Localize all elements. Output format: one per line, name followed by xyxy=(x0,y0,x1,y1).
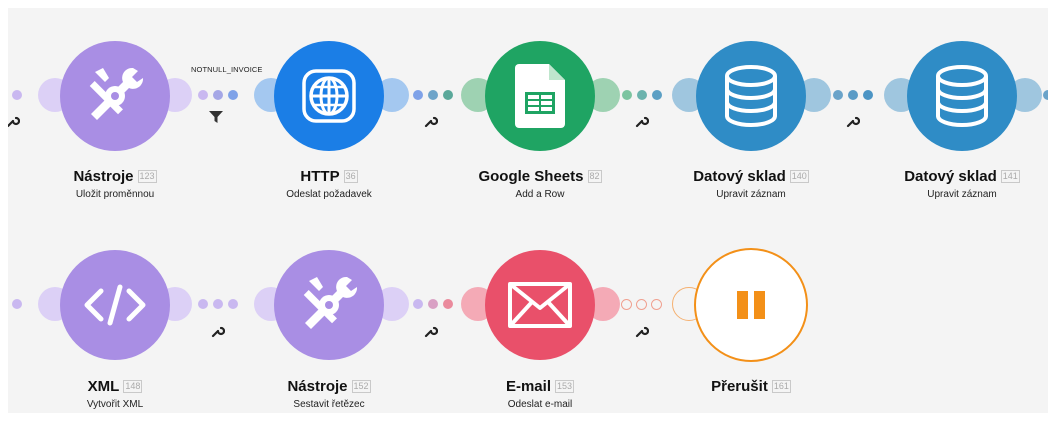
globe-icon xyxy=(302,69,356,123)
module-datastore-141[interactable] xyxy=(907,41,1017,151)
module-label: Přerušit 161 xyxy=(651,378,851,396)
module-id: 82 xyxy=(587,170,602,183)
module-datastore-140[interactable] xyxy=(696,41,806,151)
tools-icon xyxy=(89,67,144,120)
module-email-153[interactable] xyxy=(485,250,595,360)
module-subtitle: Vytvořit XML xyxy=(86,399,144,410)
module-label: Nástroje 152 Sestavit řetězec xyxy=(229,378,429,410)
module-id: 148 xyxy=(123,380,143,393)
connector-dot xyxy=(1043,90,1048,100)
module-label: Datový sklad 140 Upravit záznam xyxy=(651,168,851,200)
envelope-icon xyxy=(508,282,572,328)
wrench-icon[interactable] xyxy=(424,324,438,338)
module-name: Přerušit xyxy=(711,378,768,395)
wrench-icon[interactable] xyxy=(8,114,20,128)
module-break-161[interactable] xyxy=(694,248,808,362)
module-label: Datový sklad 141 Upravit záznam xyxy=(862,168,1048,200)
module-subtitle: Sestavit řetězec xyxy=(293,399,365,410)
module-name: Google Sheets xyxy=(478,168,584,185)
module-subtitle: Add a Row xyxy=(515,189,565,200)
module-google-sheets-82[interactable] xyxy=(485,41,595,151)
connector-dot xyxy=(228,299,238,309)
database-icon xyxy=(725,65,777,127)
connector-dot xyxy=(198,299,208,309)
connector-dot xyxy=(228,90,238,100)
sheets-icon xyxy=(515,64,565,128)
module-id: 36 xyxy=(343,170,358,183)
module-id: 140 xyxy=(789,170,809,183)
filter-label[interactable]: NOTNULL_INVOICE xyxy=(191,65,263,74)
module-name: Nástroje xyxy=(73,168,134,185)
connector-dot xyxy=(428,90,438,100)
code-icon xyxy=(84,284,146,326)
wrench-icon[interactable] xyxy=(846,114,860,128)
module-label: Nástroje 123 Uložit proměnnou xyxy=(15,168,215,200)
tools-icon xyxy=(303,276,358,329)
module-name: Nástroje xyxy=(287,378,348,395)
module-name: Datový sklad xyxy=(904,168,997,185)
module-subtitle: Odeslat e-mail xyxy=(507,399,573,410)
wrench-icon[interactable] xyxy=(211,324,225,338)
module-id: 152 xyxy=(351,380,371,393)
module-tools-123[interactable] xyxy=(60,41,170,151)
connector-dot xyxy=(652,90,662,100)
connector-dot xyxy=(636,299,647,310)
connector-dot xyxy=(622,90,632,100)
connector-dot xyxy=(833,90,843,100)
connector-dot xyxy=(637,90,647,100)
wrench-icon[interactable] xyxy=(635,324,649,338)
module-subtitle: Odeslat požadavek xyxy=(286,189,372,200)
module-name: XML xyxy=(87,378,120,395)
connector-dot xyxy=(213,90,223,100)
pause-icon xyxy=(737,291,765,319)
connector-dot xyxy=(213,299,223,309)
connector-dot xyxy=(443,90,453,100)
module-name: HTTP xyxy=(300,168,340,185)
module-http-36[interactable] xyxy=(274,41,384,151)
connector-dot xyxy=(413,299,423,309)
module-label: Google Sheets 82 Add a Row xyxy=(440,168,640,200)
connector-dot xyxy=(651,299,662,310)
filter-icon[interactable] xyxy=(209,111,223,123)
connector-dot xyxy=(198,90,208,100)
module-subtitle: Upravit záznam xyxy=(927,189,997,200)
connector-dot xyxy=(621,299,632,310)
connector-dot xyxy=(413,90,423,100)
module-label: XML 148 Vytvořit XML xyxy=(15,378,215,410)
connector-dot xyxy=(848,90,858,100)
module-id: 141 xyxy=(1000,170,1020,183)
module-id: 123 xyxy=(137,170,157,183)
connector-dot xyxy=(12,299,22,309)
module-label: E-mail 153 Odeslat e-mail xyxy=(440,378,640,410)
wrench-icon[interactable] xyxy=(424,114,438,128)
module-name: E-mail xyxy=(505,378,551,395)
connector-dot xyxy=(863,90,873,100)
module-xml-148[interactable] xyxy=(60,250,170,360)
module-id: 161 xyxy=(771,380,791,393)
module-name: Datový sklad xyxy=(693,168,786,185)
wrench-icon[interactable] xyxy=(635,114,649,128)
scenario-canvas[interactable]: Nástroje 123 Uložit proměnnou NOTNULL_INV… xyxy=(8,8,1048,413)
module-id: 153 xyxy=(554,380,575,393)
module-subtitle: Upravit záznam xyxy=(716,189,786,200)
database-icon xyxy=(936,65,988,127)
module-subtitle: Uložit proměnnou xyxy=(75,189,155,200)
connector-dot xyxy=(12,90,22,100)
connector-dot xyxy=(443,299,453,309)
connector-dot xyxy=(428,299,438,309)
module-label: HTTP 36 Odeslat požadavek xyxy=(229,168,429,200)
module-tools-152[interactable] xyxy=(274,250,384,360)
